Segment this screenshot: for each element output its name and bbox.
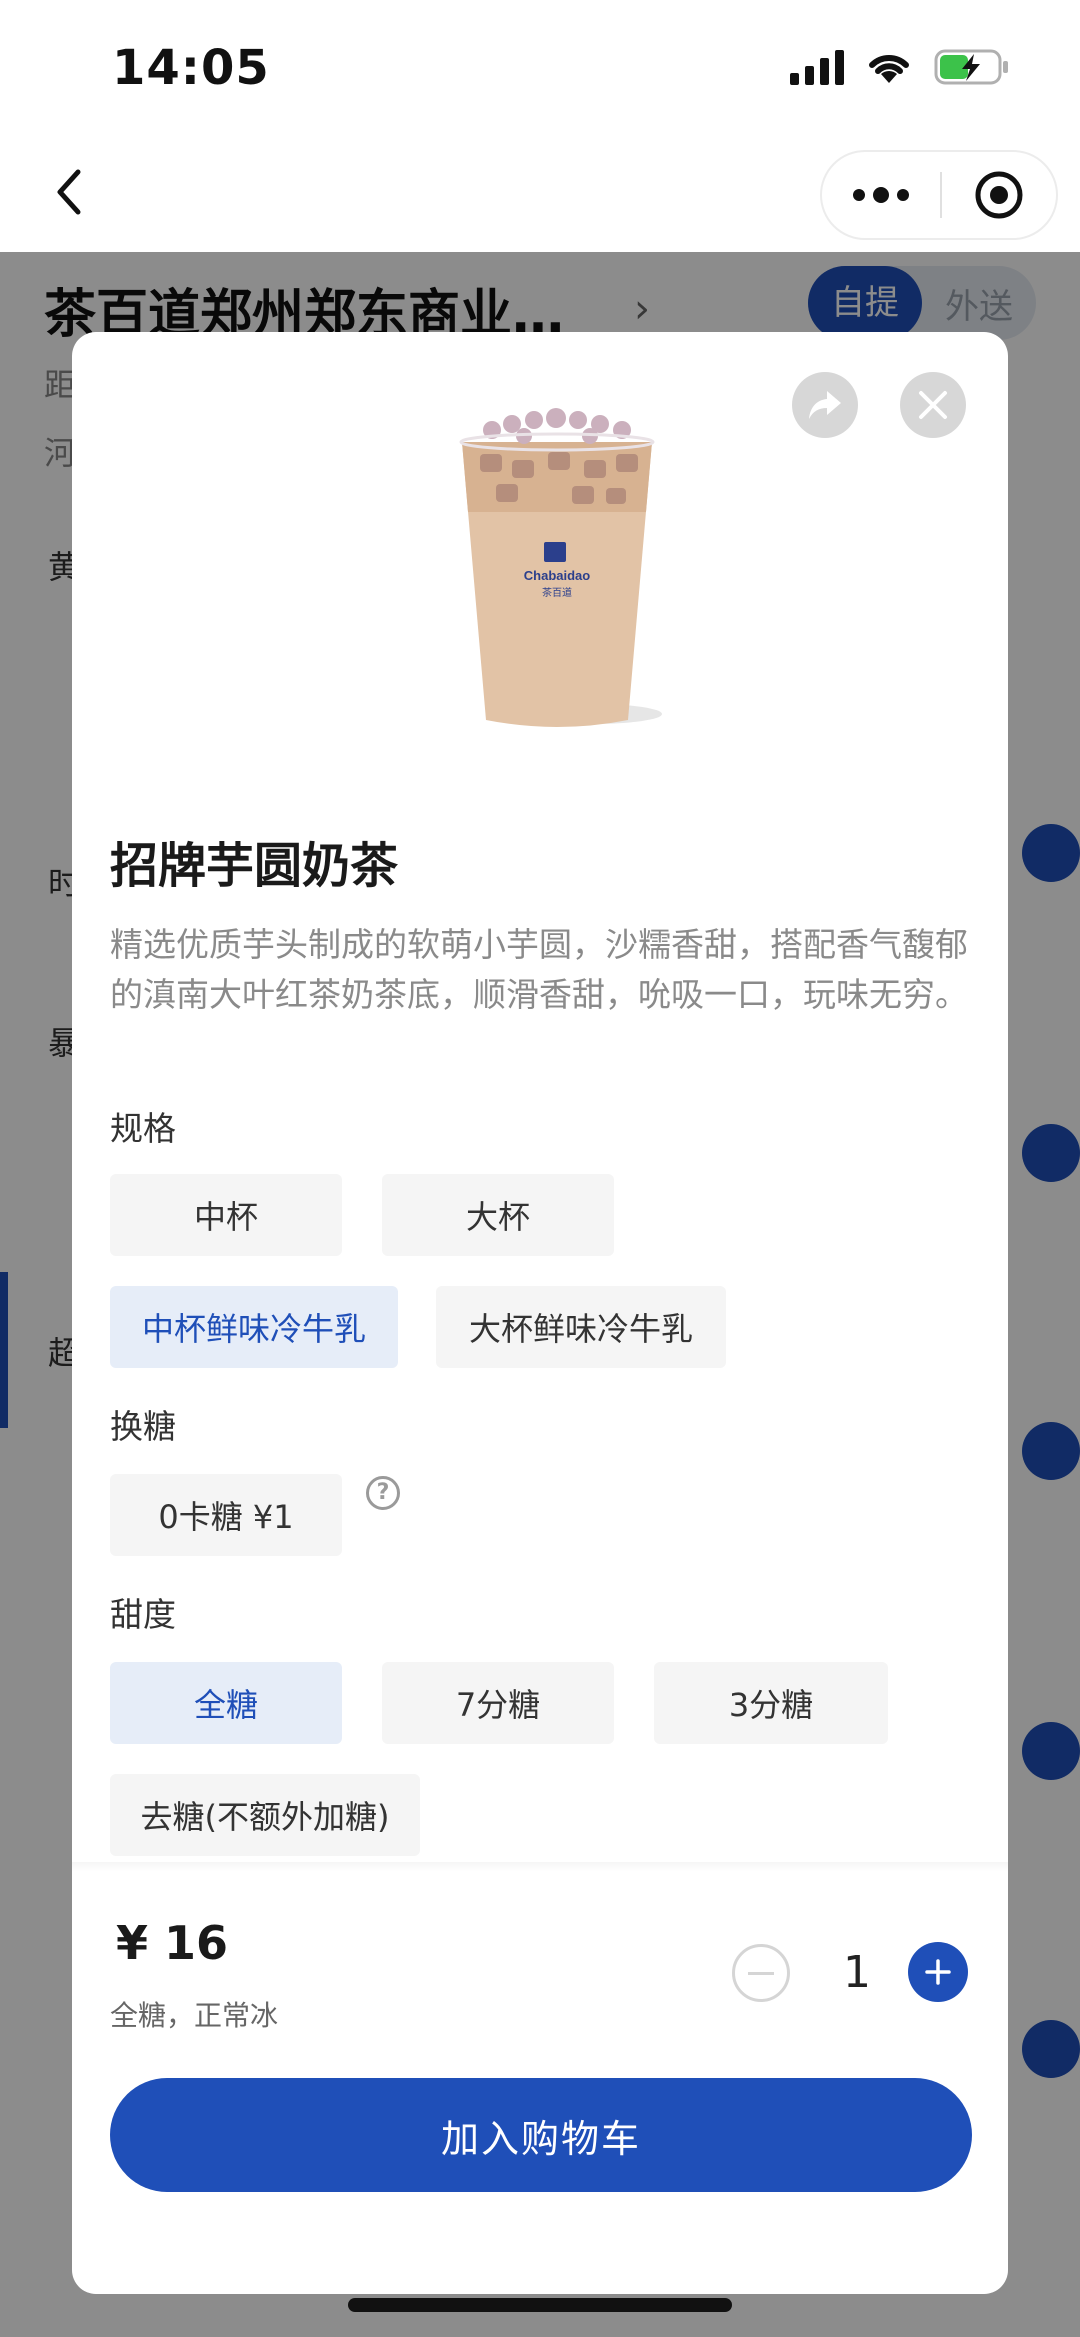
product-detail-modal: Chabaidao 茶百道 招牌芋圆奶茶 精选优质芋头制成的软萌小芋圆，沙糯香甜… [72,332,1008,2294]
close-button[interactable] [900,372,966,438]
home-indicator [348,2298,732,2312]
size-option-medium[interactable]: 中杯 [110,1174,342,1256]
quantity-value: 1 [843,1947,871,1998]
more-dot-icon [853,189,865,201]
signal-icon [790,49,844,85]
minus-icon [748,1971,774,1975]
product-image: Chabaidao 茶百道 [459,408,662,727]
quantity-decrease-button[interactable] [732,1944,790,2002]
selection-summary: 全糖，正常冰 [110,1999,279,2032]
sweetness-option-none[interactable]: 去糖(不额外加糖) [110,1774,420,1856]
more-dot-icon [897,189,909,201]
help-icon[interactable]: ? [366,1476,400,1510]
sweetness-option-70[interactable]: 7分糖 [382,1662,614,1744]
share-arrow-icon [809,391,841,419]
size-option-large-milk[interactable]: 大杯鲜味冷牛乳 [436,1286,726,1368]
size-option-large[interactable]: 大杯 [382,1174,614,1256]
exit-miniprogram-button[interactable] [942,169,1056,221]
sweetness-option-30[interactable]: 3分糖 [654,1662,888,1744]
sweetness-section-label: 甜度 [110,1595,176,1634]
product-name: 招牌芋圆奶茶 [110,838,399,894]
sugar-swap-option-zero-cal[interactable]: 0卡糖 ¥1 [110,1474,342,1556]
size-option-medium-milk[interactable]: 中杯鲜味冷牛乳 [110,1286,398,1368]
cup-brand-cn-text: 茶百道 [542,586,572,599]
price: ¥ 16 [116,1916,229,1970]
quantity-increase-button[interactable] [908,1942,968,2002]
share-button[interactable] [792,372,858,438]
size-section-label: 规格 [110,1109,176,1148]
plus-icon [925,1959,951,1985]
add-to-cart-button[interactable]: 加入购物车 [110,2078,972,2192]
product-description: 精选优质芋头制成的软萌小芋圆，沙糯香甜，搭配香气馥郁的滇南大叶红茶奶茶底，顺滑香… [110,925,968,1014]
close-icon [919,391,947,419]
sweetness-option-full[interactable]: 全糖 [110,1662,342,1744]
chevron-left-icon [57,169,81,215]
target-icon [975,171,1023,219]
status-time: 14:05 [112,40,270,96]
cup-brand-text: Chabaidao [524,568,591,583]
miniprogram-capsule [820,150,1058,240]
footer-divider [72,1862,1008,1872]
status-icons [790,48,1010,86]
sugar-swap-section-label: 换糖 [110,1407,176,1446]
back-button[interactable] [40,162,100,222]
more-dot-icon [873,187,889,203]
wifi-icon [869,54,909,83]
battery-icon [934,49,1008,85]
nav-bar [0,140,1080,252]
more-button[interactable] [822,152,940,238]
status-bar: 14:05 [0,0,1080,140]
